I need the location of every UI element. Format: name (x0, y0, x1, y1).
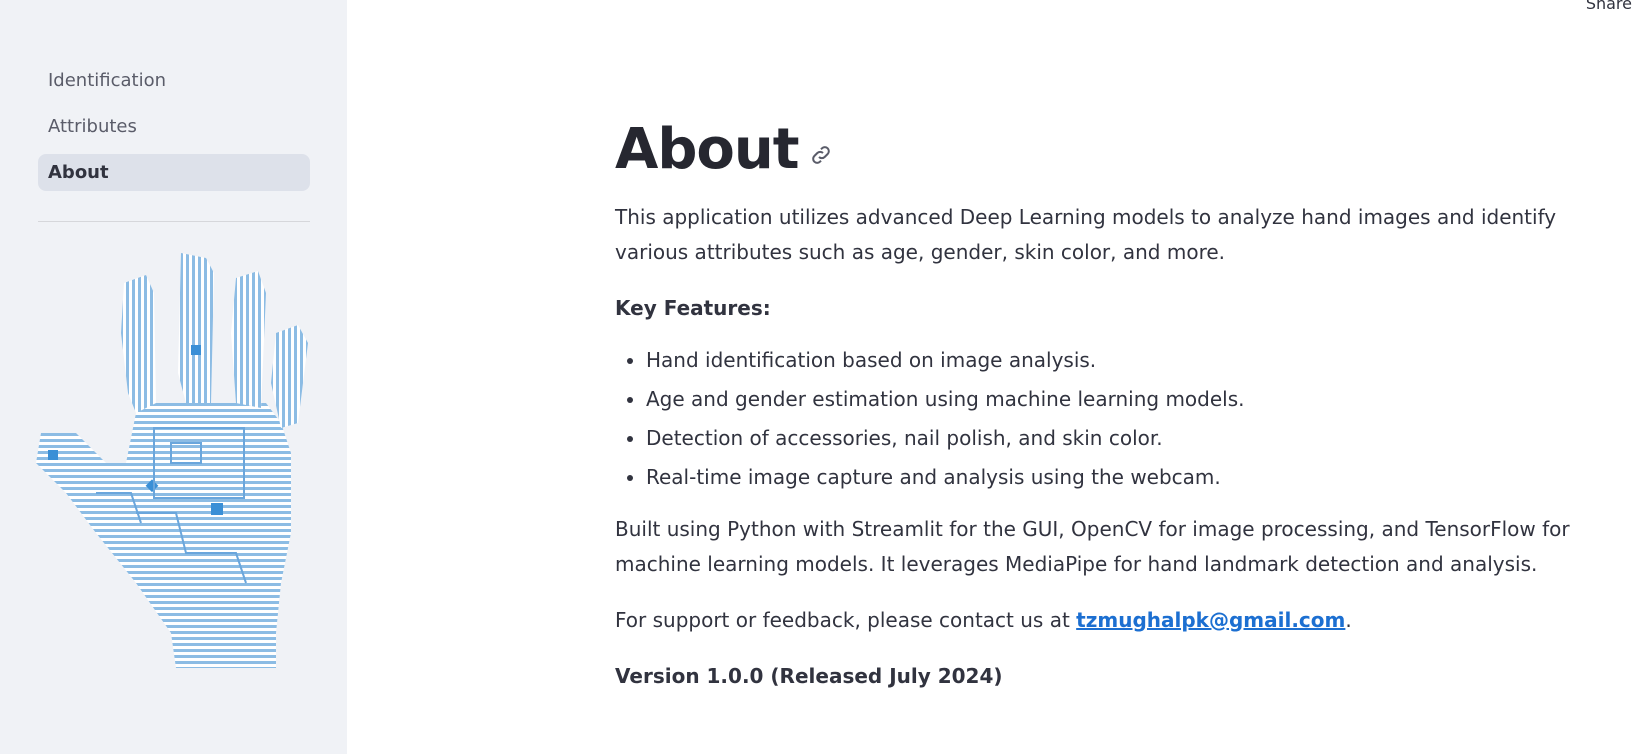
sidebar-item-about[interactable]: About (38, 154, 310, 191)
link-icon[interactable] (809, 143, 833, 167)
support-email-link[interactable]: tzmughalpk@gmail.com (1076, 608, 1345, 632)
sidebar-item-attributes[interactable]: Attributes (38, 108, 310, 145)
page-title: About (615, 117, 800, 182)
list-item: Hand identification based on image analy… (646, 345, 1575, 376)
list-item: Age and gender estimation using machine … (646, 384, 1575, 415)
sidebar-item-label: Identification (48, 70, 167, 91)
features-list: Hand identification based on image analy… (615, 345, 1575, 493)
list-item: Detection of accessories, nail polish, a… (646, 423, 1575, 454)
share-button[interactable]: Share (1586, 0, 1632, 13)
sidebar-item-label: Attributes (48, 116, 137, 137)
list-item: Real-time image capture and analysis usi… (646, 462, 1575, 493)
features-heading: Key Features: (615, 296, 771, 320)
main-content: About This application utilizes advanced… (615, 110, 1575, 694)
sidebar: Identification Attributes About (0, 0, 347, 754)
circuit-hand-image (36, 253, 312, 673)
support-suffix: . (1345, 608, 1352, 632)
support-paragraph: For support or feedback, please contact … (615, 603, 1575, 638)
support-text: For support or feedback, please contact … (615, 608, 1077, 632)
intro-paragraph: This application utilizes advanced Deep … (615, 205, 1557, 264)
title-row: About (615, 110, 1575, 190)
sidebar-item-label: About (48, 162, 109, 183)
built-with-paragraph: Built using Python with Streamlit for th… (615, 517, 1570, 576)
version-text: Version 1.0.0 (Released July 2024) (615, 664, 1003, 688)
sidebar-nav: Identification Attributes About (38, 62, 310, 200)
app-root: Identification Attributes About Share Ab… (0, 0, 1632, 754)
sidebar-divider (38, 221, 310, 222)
sidebar-item-identification[interactable]: Identification (38, 62, 310, 99)
